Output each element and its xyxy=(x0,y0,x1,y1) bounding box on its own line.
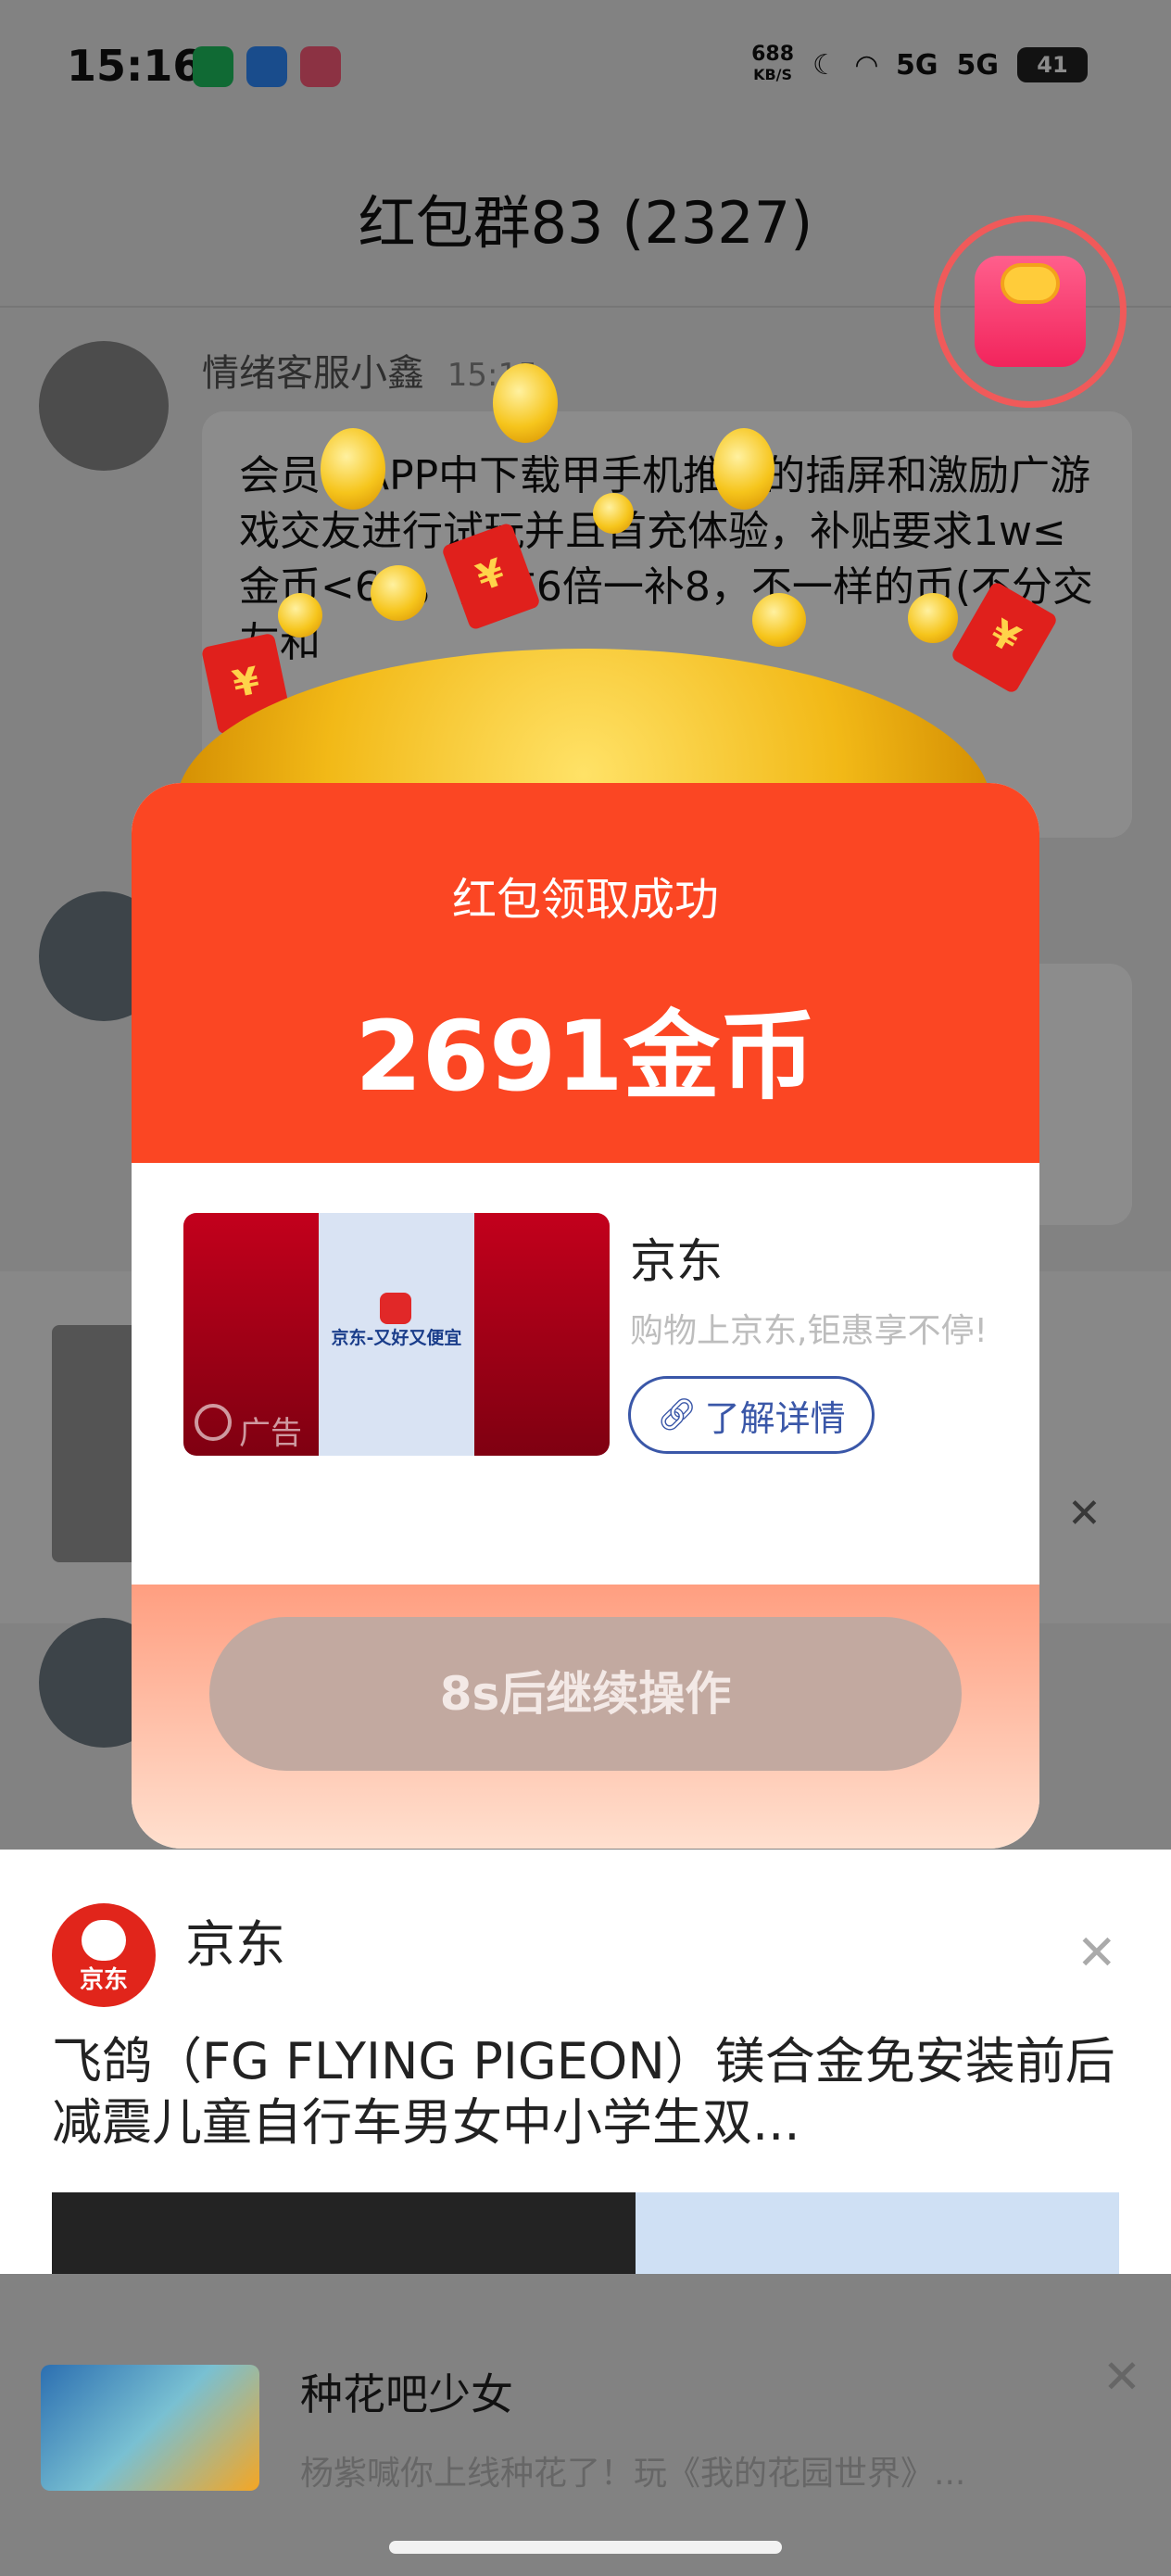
coin-icon xyxy=(593,493,634,534)
bottom-ad-title: 飞鸽（FG FLYING PIGEON）镁合金免安装前后减震儿童自行车男女中小学… xyxy=(52,2032,1115,2152)
bottom-ad-image xyxy=(636,2192,1119,2274)
learn-more-button[interactable]: 🔗︎ 了解详情 xyxy=(628,1376,875,1454)
learn-more-label: 了解详情 xyxy=(704,1397,846,1439)
reward-popup: 红包领取成功 2691金币 京东-又好又便宜 广告 京东 购物上京东,钜惠享不停… xyxy=(132,783,1039,1849)
jd-dog-icon xyxy=(82,1920,126,1961)
thumb-text: 京东-又好又便宜 xyxy=(331,1328,462,1348)
coin-icon xyxy=(752,593,806,647)
coin-icon xyxy=(278,593,322,638)
bottom-ad-image xyxy=(52,2192,636,2274)
close-icon[interactable]: ✕ xyxy=(1102,2350,1141,2404)
bottom-ad-brand: 京东 xyxy=(185,1915,285,1974)
ad-slogan: 购物上京东,钜惠享不停! xyxy=(630,1312,988,1350)
home-indicator[interactable] xyxy=(389,2541,782,2554)
continue-button[interactable]: 8s后继续操作 xyxy=(209,1617,962,1771)
coin-icon xyxy=(371,565,426,621)
link-icon: 🔗︎ xyxy=(657,1396,698,1433)
coin-icon xyxy=(713,428,774,510)
coin-icon xyxy=(1001,263,1060,304)
reward-success-label: 红包领取成功 xyxy=(451,874,719,926)
ad-thumbnail[interactable]: 京东-又好又便宜 广告 xyxy=(183,1213,610,1456)
reward-amount: 2691金币 xyxy=(355,1000,816,1113)
reward-header: 红包领取成功 2691金币 xyxy=(132,783,1039,1163)
thumb-right-panel xyxy=(474,1213,610,1456)
ad-brand: 京东 xyxy=(630,1234,723,1288)
game-ad-image[interactable] xyxy=(41,2365,259,2491)
coin-icon xyxy=(321,428,385,510)
ad-mark-icon xyxy=(195,1404,232,1441)
game-ad-name: 种花吧少女 xyxy=(300,2369,513,2419)
bottom-ad-banner[interactable]: 京东 京东 ✕ 飞鸽（FG FLYING PIGEON）镁合金免安装前后减震儿童… xyxy=(0,1850,1171,2274)
ad-tag: 广告 xyxy=(239,1415,302,1452)
game-ad-desc: 杨紫喊你上线种花了！玩《我的花园世界》... xyxy=(300,2455,966,2493)
close-icon[interactable]: ✕ xyxy=(1077,1929,1117,1977)
coin-icon xyxy=(908,593,958,643)
coin-icon xyxy=(493,363,558,443)
jd-logo-icon: 京东 xyxy=(52,1903,156,2007)
jd-logo-text: 京东 xyxy=(79,1966,128,1994)
jd-618-icon xyxy=(380,1293,411,1324)
